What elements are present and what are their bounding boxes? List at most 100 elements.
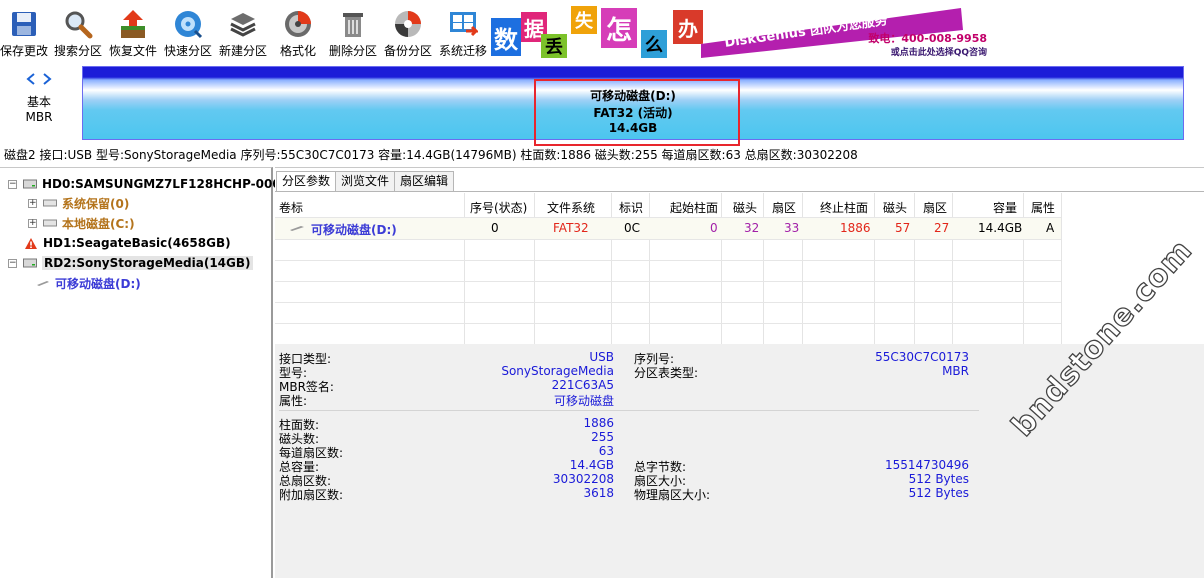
cell-volume-label: 可移动磁盘(D:): [311, 223, 397, 237]
format-disk-icon: [282, 8, 314, 40]
recover-box-icon: [117, 8, 149, 40]
cell-start-sector: 33: [784, 221, 800, 235]
tree-item-hd0[interactable]: − HD0:SAMSUNGMZ7LF128HCHP-0000: [8, 175, 289, 193]
column-header[interactable]: 文件系统: [547, 199, 595, 216]
removable-partition-icon: [37, 281, 49, 286]
cell-attribute: A: [1046, 221, 1055, 235]
cell-start-head: 32: [744, 221, 760, 235]
banner-tile: 数: [491, 18, 521, 56]
layers-icon: [227, 8, 259, 40]
save-changes-button[interactable]: 保存更改: [0, 0, 48, 62]
cell-index: 0: [491, 221, 499, 235]
value-model: SonyStorageMedia: [501, 364, 614, 378]
value-total-capacity: 14.4GB: [569, 458, 614, 472]
tree-item-removable-d[interactable]: 可移动磁盘(D:): [36, 274, 141, 292]
usb-drive-icon: [23, 258, 37, 268]
format-button[interactable]: 格式化: [272, 0, 324, 62]
disk-type-label: 基本: [26, 95, 51, 109]
quick-disk-icon: [172, 8, 204, 40]
banner-tile: 怎: [601, 8, 637, 48]
removable-partition-icon: [290, 226, 304, 231]
tree-item-system-reserved[interactable]: + 系统保留(0): [28, 194, 129, 212]
column-header[interactable]: 磁头: [733, 199, 757, 216]
banner-phone: 致电：400-008-9958: [868, 32, 987, 45]
collapse-toggle-icon[interactable]: −: [8, 258, 17, 268]
tab-browse-files[interactable]: 浏览文件: [335, 171, 396, 191]
tab-divider: [275, 191, 1204, 192]
backup-disc-icon: [392, 8, 424, 40]
tab-sector-edit[interactable]: 扇区编辑: [394, 171, 455, 191]
save-icon: [8, 8, 40, 40]
tree-item-hd1[interactable]: HD1:SeagateBasic(4658GB): [24, 234, 231, 252]
expand-toggle-icon[interactable]: +: [28, 218, 37, 228]
banner-tile: 丢: [541, 34, 567, 58]
column-header[interactable]: 属性: [1031, 199, 1055, 216]
value-interface: USB: [589, 350, 614, 364]
column-header[interactable]: 起始柱面: [670, 199, 718, 216]
column-header[interactable]: 卷标: [279, 199, 303, 216]
next-disk-arrow-icon[interactable]: [40, 72, 54, 86]
trash-icon: [337, 8, 369, 40]
value-attribute: 可移动磁盘: [553, 394, 614, 408]
column-header[interactable]: 标识: [619, 199, 643, 216]
partition-icon: [43, 199, 57, 207]
column-header[interactable]: 容量: [993, 199, 1017, 216]
banner-qq-link[interactable]: 或点击此处选择QQ咨询: [891, 45, 987, 58]
value-sector-size: 512 Bytes: [908, 472, 969, 486]
banner-tile: 失: [571, 6, 597, 34]
search-partition-button[interactable]: 搜索分区: [52, 0, 104, 62]
value-physical-sector-size: 512 Bytes: [908, 486, 969, 500]
quick-partition-button[interactable]: 快速分区: [162, 0, 214, 62]
new-partition-button[interactable]: 新建分区: [217, 0, 269, 62]
detail-separator: [279, 410, 979, 411]
value-cylinders: 1886: [583, 416, 614, 430]
support-banner[interactable]: 数 据 丢 失 怎 么 办 DiskGenius 团队为您服务 致电：400-0…: [491, 4, 991, 58]
cell-start-cylinder: 0: [710, 221, 718, 235]
prev-disk-arrow-icon[interactable]: [24, 72, 38, 86]
column-header[interactable]: 磁头: [883, 199, 907, 216]
collapse-toggle-icon[interactable]: −: [8, 179, 17, 189]
partition-table: 卷标 序号(状态) 文件系统 标识 起始柱面 磁头 扇区 终止柱面 磁头 扇区 …: [275, 193, 1204, 344]
disk-navigator: 基本 MBR: [0, 66, 80, 142]
value-additional-sectors: 3618: [583, 486, 614, 500]
banner-tile: 办: [673, 10, 703, 44]
delete-partition-button[interactable]: 删除分区: [327, 0, 379, 62]
cell-end-sector: 27: [934, 221, 950, 235]
value-serial: 55C30C7C0173: [875, 350, 969, 364]
table-row[interactable]: 可移动磁盘(D:) 0 FAT32 0C 0 32 33 1886 57 27 …: [275, 218, 1061, 239]
system-migration-button[interactable]: 系统迁移: [437, 0, 489, 62]
cell-filesystem: FAT32: [553, 221, 589, 235]
highlight-box: [534, 79, 740, 146]
recover-files-button[interactable]: 恢复文件: [107, 0, 159, 62]
label-attribute: 属性:: [279, 394, 308, 408]
partition-style-label: MBR: [25, 110, 53, 124]
windows-migrate-icon: [447, 8, 479, 40]
banner-tile: 么: [641, 30, 667, 58]
column-header[interactable]: 终止柱面: [820, 199, 868, 216]
value-total-bytes: 15514730496: [885, 458, 969, 472]
label-physical-sector-size: 物理扇区大小:: [634, 488, 711, 502]
column-header[interactable]: 扇区: [772, 199, 796, 216]
tree-item-rd2[interactable]: − RD2:SonyStorageMedia(14GB): [8, 254, 253, 272]
column-header[interactable]: 扇区: [923, 199, 947, 216]
value-partition-table-type: MBR: [942, 364, 969, 378]
value-total-sectors: 30302208: [552, 472, 614, 486]
backup-partition-button[interactable]: 备份分区: [382, 0, 434, 62]
cell-id: 0C: [624, 221, 641, 235]
value-heads: 255: [591, 430, 614, 444]
magnifier-icon: [62, 8, 94, 40]
tree-item-local-disk-c[interactable]: + 本地磁盘(C:): [28, 214, 135, 232]
value-sectors-per-track: 63: [598, 444, 614, 458]
disk-tree: − HD0:SAMSUNGMZ7LF128HCHP-0000 + 系统保留(0)…: [0, 167, 289, 578]
tab-bar: 分区参数 浏览文件 扇区编辑: [276, 171, 455, 192]
tab-partition-params[interactable]: 分区参数: [276, 171, 337, 192]
column-header[interactable]: 序号(状态): [470, 199, 527, 216]
expand-toggle-icon[interactable]: +: [28, 198, 37, 208]
cell-capacity: 14.4GB: [978, 221, 1023, 235]
toolbar: 保存更改 搜索分区 恢复文件 快速分区 新建分区 格式化 删除分区 备份分区 系…: [0, 0, 1204, 62]
value-mbr-signature: 221C63A5: [551, 378, 614, 392]
hard-drive-icon: [23, 179, 37, 189]
partition-icon: [43, 219, 57, 227]
diskgenius-window: 保存更改 搜索分区 恢复文件 快速分区 新建分区 格式化 删除分区 备份分区 系…: [0, 0, 1204, 578]
label-partition-table-type: 分区表类型:: [634, 366, 699, 380]
